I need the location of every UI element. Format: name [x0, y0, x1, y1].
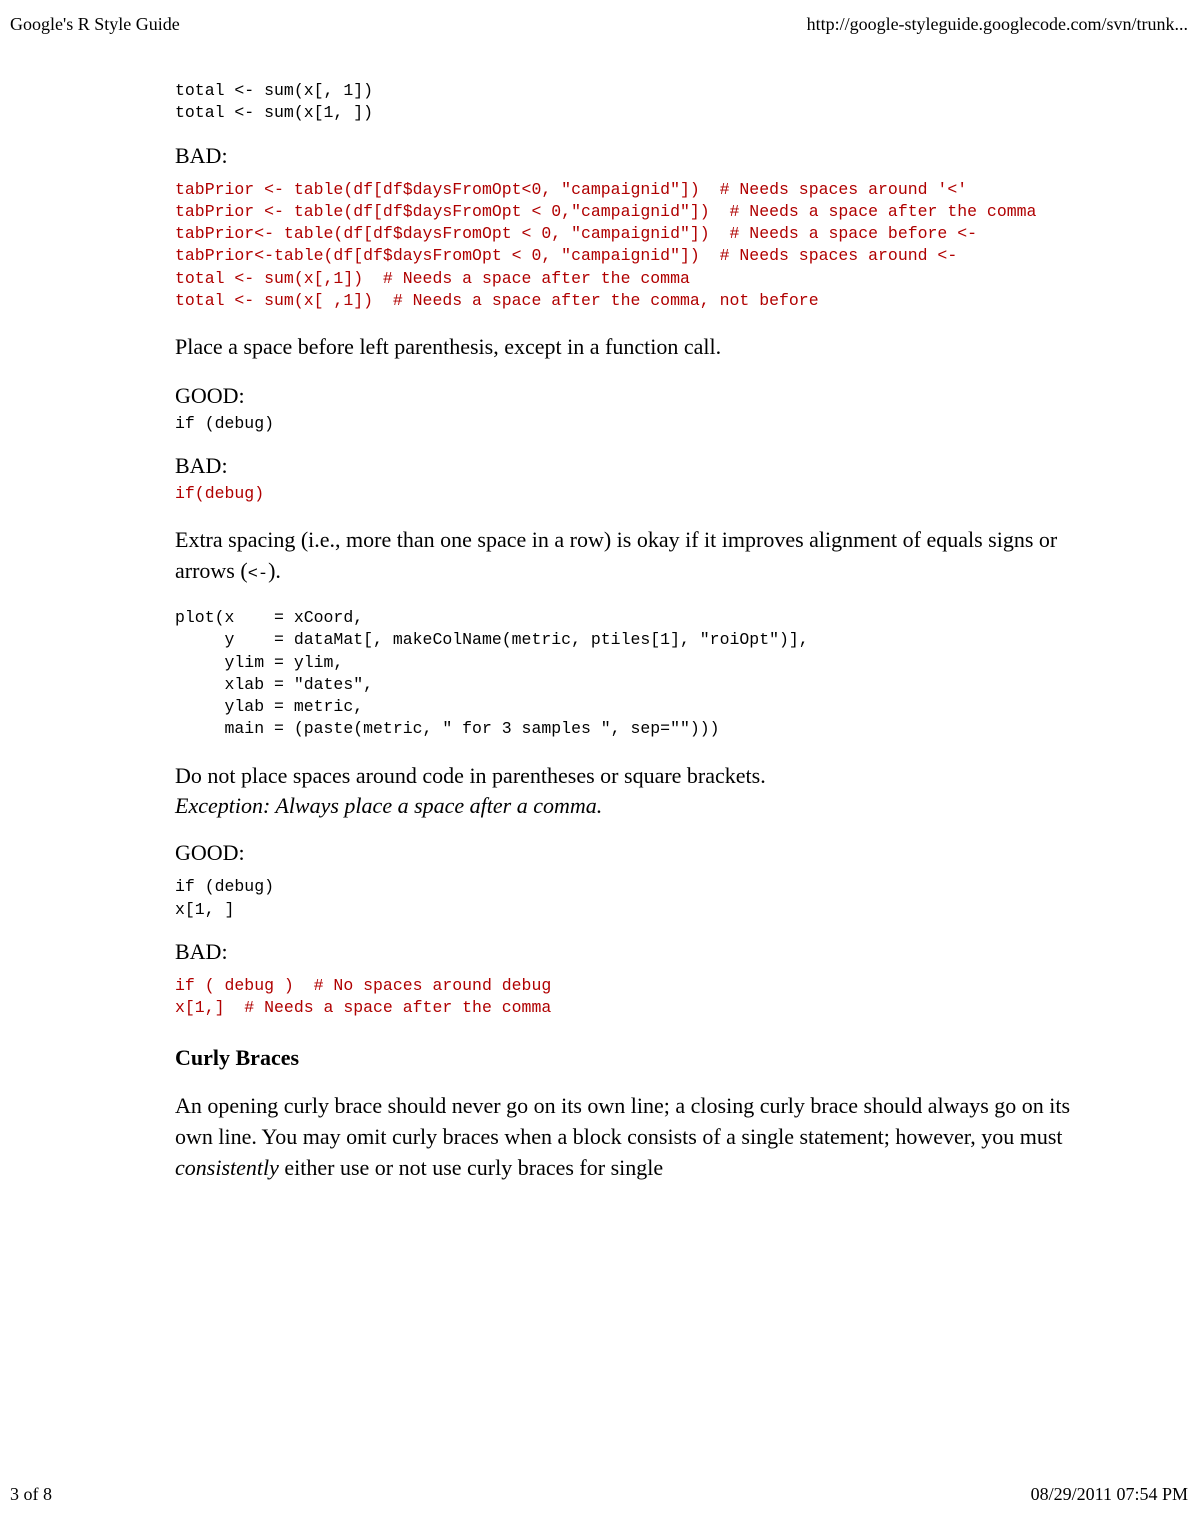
- paragraph-paren-space: Place a space before left parenthesis, e…: [175, 332, 1095, 363]
- header-title: Google's R Style Guide: [10, 14, 180, 35]
- header-url: http://google-styleguide.googlecode.com/…: [807, 14, 1188, 35]
- para-2-text-b: ).: [268, 558, 281, 583]
- code-plot-block: plot(x = xCoord, y = dataMat[, makeColNa…: [175, 607, 1095, 741]
- arrow-inline-code: <-: [248, 565, 268, 584]
- label-bad-1: BAD:: [175, 143, 1095, 169]
- paragraph-no-space-brackets: Do not place spaces around code in paren…: [175, 761, 1095, 823]
- label-bad-2: BAD:: [175, 453, 1095, 479]
- para-3-exception: Exception: Always place a space after a …: [175, 793, 602, 818]
- paragraph-curly-braces: An opening curly brace should never go o…: [175, 1091, 1095, 1183]
- footer-timestamp: 08/29/2011 07:54 PM: [1031, 1484, 1188, 1505]
- code-good-top: total <- sum(x[, 1]) total <- sum(x[1, ]…: [175, 80, 1095, 125]
- label-good-2: GOOD:: [175, 383, 1095, 409]
- code-good-2: if (debug): [175, 413, 1095, 435]
- label-good-4: GOOD:: [175, 840, 1095, 866]
- paragraph-extra-spacing: Extra spacing (i.e., more than one space…: [175, 525, 1095, 587]
- para-2-text-a: Extra spacing (i.e., more than one space…: [175, 527, 1057, 583]
- code-good-4: if (debug) x[1, ]: [175, 876, 1095, 921]
- para-4-text-b: either use or not use curly braces for s…: [279, 1155, 663, 1180]
- label-bad-4: BAD:: [175, 939, 1095, 965]
- para-4-text-a: An opening curly brace should never go o…: [175, 1093, 1070, 1149]
- footer-page-number: 3 of 8: [10, 1484, 52, 1505]
- para-4-consistently: consistently: [175, 1155, 279, 1180]
- code-bad-1: tabPrior <- table(df[df$daysFromOpt<0, "…: [175, 179, 1095, 313]
- page: Google's R Style Guide http://google-sty…: [0, 0, 1198, 1519]
- para-3-line1: Do not place spaces around code in paren…: [175, 763, 766, 788]
- code-bad-2: if(debug): [175, 483, 1095, 505]
- content-area: total <- sum(x[, 1]) total <- sum(x[1, ]…: [175, 70, 1095, 1204]
- code-bad-4: if ( debug ) # No spaces around debug x[…: [175, 975, 1095, 1020]
- section-curly-braces: Curly Braces: [175, 1045, 1095, 1071]
